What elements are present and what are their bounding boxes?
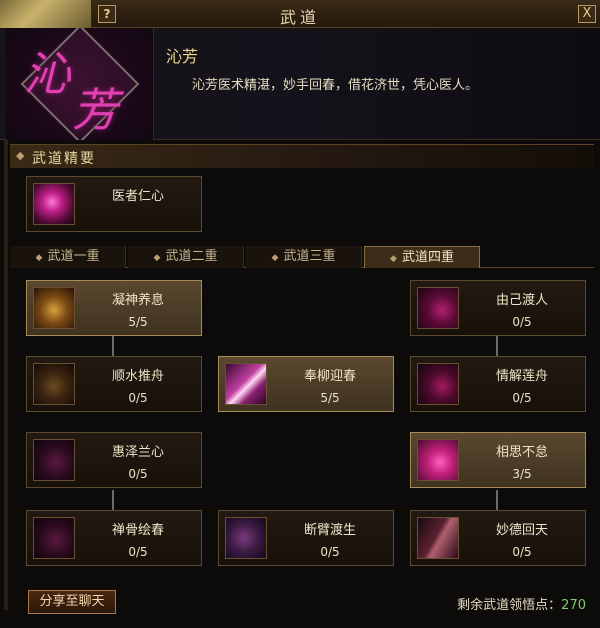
tab-label: 武道四重 — [401, 250, 454, 265]
section-header: ◆ 武道精要 — [10, 144, 594, 168]
essence-name: 医者仁心 — [111, 189, 164, 204]
skill-name: 奉柳迎春 — [303, 369, 356, 384]
skill-name: 断臂渡生 — [303, 523, 356, 538]
scroll-icon — [33, 287, 75, 329]
skill-level: 3/5 — [512, 467, 532, 481]
skill-card[interactable]: 奉柳迎春 5/5 — [218, 356, 394, 412]
skill-level: 5/5 — [128, 315, 148, 329]
skill-card[interactable]: 凝神养息 5/5 — [26, 280, 202, 336]
left-rail — [4, 140, 8, 610]
portrait-char-1: 沁 — [24, 47, 70, 101]
tab-dot-icon: ◆ — [271, 253, 279, 263]
tab-tier-1[interactable]: ◆ 武道一重 — [10, 246, 126, 268]
tab-tier-3[interactable]: ◆ 武道三重 — [246, 246, 362, 268]
skill-name: 顺水推舟 — [111, 369, 164, 384]
points-value: 270 — [561, 598, 586, 613]
tier-tabs: ◆ 武道一重 ◆ 武道二重 ◆ 武道三重 ◆ 武道四重 — [10, 246, 594, 268]
connector-line — [112, 490, 114, 510]
points-label: 剩余武道领悟点： — [457, 598, 562, 613]
close-button[interactable]: X — [578, 5, 596, 23]
skill-card[interactable]: 妙德回天 0/5 — [410, 510, 586, 566]
light-beam-icon — [225, 363, 267, 405]
tab-dot-icon: ◆ — [153, 253, 161, 263]
skill-card[interactable]: 禅骨绘春 0/5 — [26, 510, 202, 566]
skill-name: 妙德回天 — [495, 523, 548, 538]
tab-tier-2[interactable]: ◆ 武道二重 — [128, 246, 244, 268]
skill-name: 惠泽兰心 — [111, 445, 164, 460]
section-bullet-icon: ◆ — [16, 149, 25, 162]
tab-dot-icon: ◆ — [35, 253, 43, 263]
skill-card[interactable]: 惠泽兰心 0/5 — [26, 432, 202, 488]
skill-card[interactable]: 情解莲舟 0/5 — [410, 356, 586, 412]
skill-level: 0/5 — [320, 545, 340, 559]
section-title: 武道精要 — [32, 151, 96, 167]
connector-line — [496, 336, 498, 356]
hero-portrait: 沁 芳 — [6, 28, 154, 140]
blade-icon — [417, 517, 459, 559]
tab-dot-icon: ◆ — [390, 254, 397, 264]
healer-heart-icon — [33, 183, 75, 225]
skill-level: 0/5 — [512, 545, 532, 559]
skill-name: 相思不怠 — [495, 445, 548, 460]
hero-description: 沁芳医术精湛，妙手回春，借花济世，凭心医人。 — [192, 78, 479, 93]
skill-level: 0/5 — [128, 391, 148, 405]
essence-card[interactable]: 医者仁心 — [26, 176, 202, 232]
portrait-char-2: 芳 — [72, 83, 118, 137]
pink-swirl-icon — [33, 439, 75, 481]
pink-swirl-icon — [33, 517, 75, 559]
connector-line — [112, 336, 114, 356]
skill-level: 0/5 — [128, 545, 148, 559]
pink-swirl-icon — [417, 363, 459, 405]
remaining-points: 剩余武道领悟点：270 — [457, 594, 586, 613]
skill-name: 禅骨绘春 — [111, 523, 164, 538]
skill-name: 由己渡人 — [495, 293, 548, 308]
skill-level: 0/5 — [512, 391, 532, 405]
pink-swirl-icon — [417, 287, 459, 329]
share-to-chat-button[interactable]: 分享至聊天 — [28, 590, 116, 614]
hero-name: 沁芳 — [166, 47, 199, 66]
tab-label: 武道二重 — [165, 249, 218, 264]
window-title: 武道 — [279, 8, 320, 27]
skill-card[interactable]: 由己渡人 0/5 — [410, 280, 586, 336]
skill-card[interactable]: 相思不怠 3/5 — [410, 432, 586, 488]
tab-label: 武道三重 — [283, 249, 336, 264]
title-bar: ? 武道 X — [0, 0, 600, 28]
purple-arm-icon — [225, 517, 267, 559]
tab-tier-4[interactable]: ◆ 武道四重 — [364, 246, 480, 268]
skill-level: 5/5 — [320, 391, 340, 405]
skill-level: 0/5 — [512, 315, 532, 329]
pink-swirl-icon — [417, 439, 459, 481]
skill-card[interactable]: 顺水推舟 0/5 — [26, 356, 202, 412]
scroll-icon — [33, 363, 75, 405]
skill-level: 0/5 — [128, 467, 148, 481]
hero-header: 沁 芳 沁芳 沁芳医术精湛，妙手回春，借花济世，凭心医人。 — [0, 28, 600, 140]
tab-label: 武道一重 — [47, 249, 100, 264]
skill-name: 情解莲舟 — [495, 369, 548, 384]
skill-card[interactable]: 断臂渡生 0/5 — [218, 510, 394, 566]
skill-name: 凝神养息 — [111, 293, 164, 308]
connector-line — [496, 490, 498, 510]
